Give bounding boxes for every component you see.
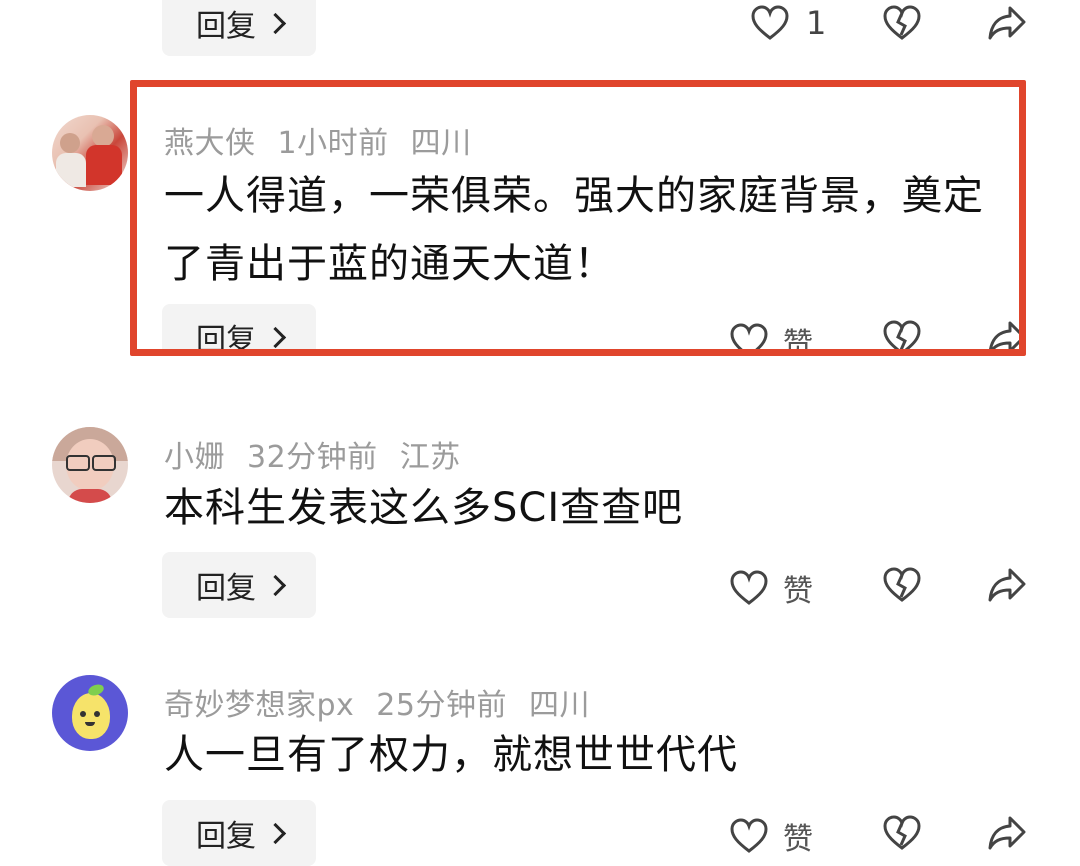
- share-icon: [989, 321, 1019, 349]
- comment-meta: 小姗 32分钟前 江苏: [164, 432, 483, 476]
- heart-icon: [730, 323, 768, 349]
- like-count: 1: [806, 4, 827, 42]
- share-icon: [988, 568, 1026, 602]
- like-label: 赞: [783, 327, 813, 349]
- reply-label: 回复: [196, 9, 256, 44]
- heart-icon: [751, 5, 789, 40]
- reply-button[interactable]: 回复: [162, 552, 316, 618]
- chevron-right-icon: [264, 574, 287, 596]
- broken-heart-icon: [883, 567, 921, 602]
- dislike-button[interactable]: [882, 4, 922, 42]
- chevron-right-icon: [264, 326, 287, 348]
- chevron-right-icon: [264, 822, 287, 844]
- heart-icon: [730, 570, 768, 605]
- like-button[interactable]: 赞: [729, 814, 813, 858]
- dislike-button[interactable]: [882, 566, 922, 604]
- comment-location: 江苏: [399, 440, 461, 475]
- share-button[interactable]: [986, 319, 1019, 349]
- avatar[interactable]: [52, 675, 128, 751]
- reply-label: 回复: [196, 323, 256, 349]
- username[interactable]: 奇妙梦想家px: [164, 688, 354, 723]
- reply-button[interactable]: 回复: [162, 0, 316, 56]
- like-label: 赞: [783, 574, 813, 609]
- avatar[interactable]: [52, 115, 128, 191]
- like-button[interactable]: 赞: [729, 319, 813, 349]
- share-icon: [988, 816, 1026, 850]
- broken-heart-icon: [883, 320, 921, 349]
- username[interactable]: 小姗: [164, 440, 225, 475]
- comment-text: 人一旦有了权力，就想世世代代: [164, 732, 738, 778]
- comment-time: 25分钟前: [376, 688, 507, 723]
- broken-heart-icon: [883, 815, 921, 850]
- reply-label: 回复: [196, 819, 256, 854]
- share-button[interactable]: [986, 566, 1028, 604]
- reply-button[interactable]: 回复: [162, 800, 316, 866]
- chevron-right-icon: [264, 12, 287, 34]
- avatar[interactable]: [52, 427, 128, 503]
- share-button[interactable]: [986, 4, 1028, 42]
- like-button[interactable]: 1: [750, 4, 826, 42]
- heart-icon: [730, 818, 768, 853]
- share-icon: [988, 6, 1026, 40]
- like-label: 赞: [783, 822, 813, 857]
- comment-time: 32分钟前: [247, 440, 378, 475]
- dislike-button[interactable]: [882, 814, 922, 852]
- reply-button[interactable]: 回复: [162, 304, 316, 349]
- share-button[interactable]: [986, 814, 1028, 852]
- comment-meta: 奇妙梦想家px 25分钟前 四川: [164, 680, 612, 724]
- dislike-button[interactable]: [882, 319, 922, 349]
- highlight-clip: 回复 赞: [137, 87, 1019, 349]
- reply-label: 回复: [196, 571, 256, 606]
- broken-heart-icon: [883, 5, 921, 40]
- comment-location: 四川: [528, 688, 590, 723]
- comment-text: 本科生发表这么多SCI查查吧: [164, 485, 684, 531]
- like-button[interactable]: 赞: [729, 566, 813, 610]
